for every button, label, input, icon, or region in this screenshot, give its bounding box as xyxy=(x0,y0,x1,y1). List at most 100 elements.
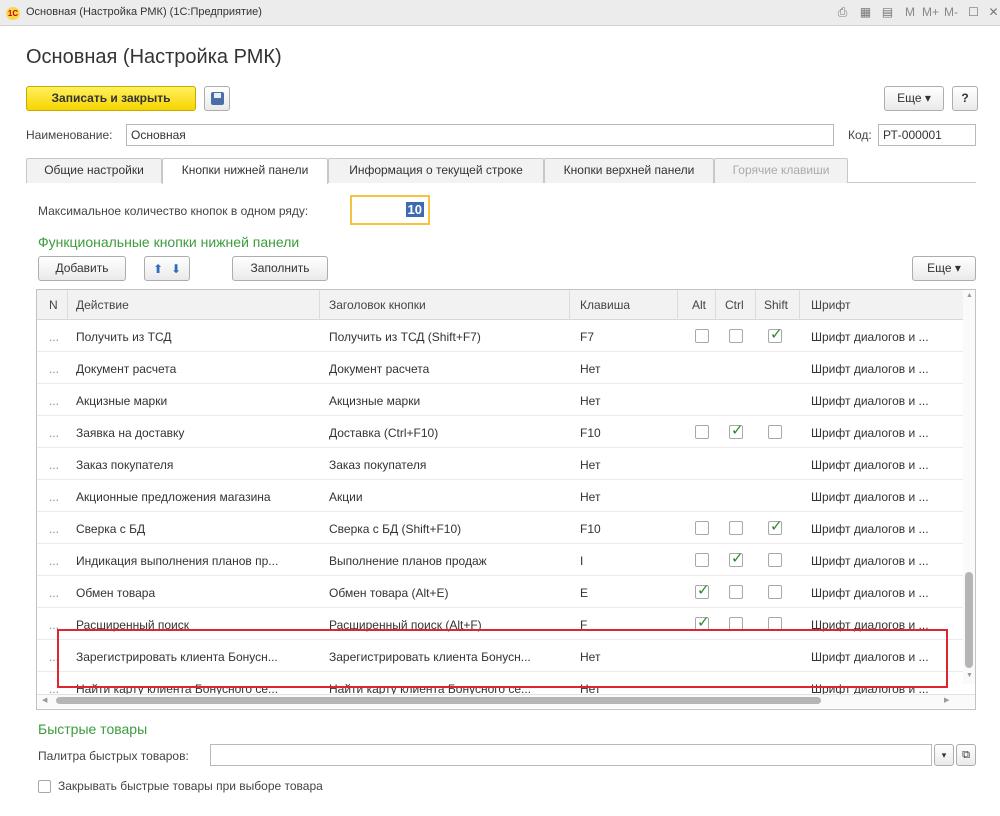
max-buttons-value: 10 xyxy=(405,202,424,217)
cell-n: ... xyxy=(49,394,60,408)
table-row[interactable]: ... Акцизные марки Акцизные марки Нет Шрифт … xyxy=(37,385,963,416)
table-header: N Действие Заголовок кнопки Клавиша Alt … xyxy=(37,290,975,320)
cell-n: ... xyxy=(49,490,60,504)
tab-hotkeys[interactable]: Горячие клавиши xyxy=(714,158,848,183)
close-icon[interactable]: ✕ xyxy=(986,5,1000,20)
alt-checkbox[interactable] xyxy=(695,425,709,439)
cell-action: Получить из ТСД xyxy=(76,330,172,344)
check-mark-icon: ✓ xyxy=(697,582,710,599)
shift-checkbox[interactable] xyxy=(768,425,782,439)
window-title: Основная (Настройка РМК) (1С:Предприятие… xyxy=(26,6,262,18)
check-mark-icon: ✓ xyxy=(770,326,783,343)
column-separator xyxy=(319,290,320,320)
palette-label: Палитра быстрых товаров: xyxy=(38,749,189,763)
tab-general[interactable]: Общие настройки xyxy=(26,158,162,183)
shift-checkbox[interactable]: ✓ xyxy=(768,518,783,535)
close-quick-goods-label: Закрывать быстрые товары при выборе това… xyxy=(58,779,323,793)
column-header-shift[interactable]: Shift xyxy=(764,298,788,312)
cell-action: Акционные предложения магазина xyxy=(76,490,271,504)
section-function-buttons-title: Функциональные кнопки нижней панели xyxy=(38,234,300,250)
cell-font: Шрифт диалогов и ... xyxy=(811,394,929,408)
scroll-left-icon[interactable]: ◀ xyxy=(42,696,47,704)
shift-checkbox[interactable]: ✓ xyxy=(768,326,783,343)
palette-input[interactable] xyxy=(210,744,932,766)
alt-checkbox[interactable] xyxy=(695,521,709,535)
horizontal-scroll-thumb[interactable] xyxy=(56,697,821,704)
scroll-up-icon[interactable]: ▲ xyxy=(966,292,973,299)
max-buttons-input[interactable]: 10 xyxy=(350,195,430,225)
tab-current-row-info[interactable]: Информация о текущей строке xyxy=(328,158,544,183)
ctrl-checkbox[interactable] xyxy=(729,521,743,535)
cell-font: Шрифт диалогов и ... xyxy=(811,330,929,344)
page-title: Основная (Настройка РМК) xyxy=(26,46,282,68)
help-button[interactable]: ? xyxy=(952,86,978,111)
save-button[interactable] xyxy=(204,86,230,111)
column-separator xyxy=(67,290,68,320)
column-header-ctrl[interactable]: Ctrl xyxy=(725,298,744,312)
grid-more-button[interactable]: Еще ▾ xyxy=(912,256,976,281)
printer-icon[interactable]: ⎙ xyxy=(835,5,850,20)
move-down-icon[interactable]: ⬇ xyxy=(171,262,181,276)
table-row[interactable]: ... Получить из ТСД Получить из ТСД (Shift… xyxy=(37,321,963,352)
shift-checkbox[interactable] xyxy=(768,585,782,599)
tab-bottom-panel-buttons[interactable]: Кнопки нижней панели xyxy=(162,158,328,184)
alt-checkbox[interactable] xyxy=(695,329,709,343)
move-buttons: ⬆ ⬇ xyxy=(144,256,190,281)
table-row[interactable]: ... Сверка с БД Сверка с БД (Shift+F10) F10… xyxy=(37,513,963,544)
column-separator xyxy=(715,290,716,320)
cell-caption: Заказ покупателя xyxy=(329,458,427,472)
column-header-caption[interactable]: Заголовок кнопки xyxy=(329,298,426,312)
cell-font: Шрифт диалогов и ... xyxy=(811,458,929,472)
table-row[interactable]: ... Заявка на доставку Доставка (Ctrl+F10)… xyxy=(37,417,963,448)
ctrl-checkbox[interactable] xyxy=(729,585,743,599)
name-field[interactable]: Основная xyxy=(126,124,834,146)
table-row[interactable]: ... Индикация выполнения планов пр... Выпо… xyxy=(37,545,963,576)
alt-checkbox[interactable] xyxy=(695,553,709,567)
column-header-n[interactable]: N xyxy=(49,298,58,312)
maximize-icon[interactable]: ☐ xyxy=(966,5,981,20)
ctrl-checkbox[interactable]: ✓ xyxy=(729,422,744,439)
column-header-action[interactable]: Действие xyxy=(76,298,129,312)
cell-n: ... xyxy=(49,586,60,600)
column-header-font[interactable]: Шрифт xyxy=(811,298,850,312)
memory-m-icon[interactable]: M xyxy=(905,5,915,19)
alt-checkbox[interactable]: ✓ xyxy=(695,582,710,599)
more-button[interactable]: Еще ▾ xyxy=(884,86,944,111)
cell-action: Заявка на доставку xyxy=(76,426,185,440)
column-header-alt[interactable]: Alt xyxy=(692,298,706,312)
cell-key: F10 xyxy=(580,522,601,536)
calendar-icon[interactable]: ▤ xyxy=(880,5,895,20)
table-row[interactable]: ... Заказ покупателя Заказ покупателя Нет Шр… xyxy=(37,449,963,480)
table-row[interactable]: ... Документ расчета Документ расчета Нет Шр… xyxy=(37,353,963,384)
cell-n: ... xyxy=(49,522,60,536)
shift-checkbox[interactable] xyxy=(768,553,782,567)
cell-action: Обмен товара xyxy=(76,586,156,600)
cell-key: Нет xyxy=(580,394,601,408)
max-buttons-label: Максимальное количество кнопок в одном р… xyxy=(38,204,309,218)
memory-minus-icon[interactable]: M- xyxy=(944,5,958,19)
code-field[interactable]: РТ-000001 xyxy=(878,124,976,146)
cell-action: Сверка с БД xyxy=(76,522,146,536)
floppy-disk-icon xyxy=(211,92,224,105)
vertical-scroll-thumb[interactable] xyxy=(965,572,973,668)
ctrl-checkbox[interactable]: ✓ xyxy=(729,550,744,567)
move-up-icon[interactable]: ⬆ xyxy=(153,262,163,276)
scroll-right-icon[interactable]: ▶ xyxy=(944,696,949,704)
palette-open-icon[interactable]: ⧉ xyxy=(956,744,976,766)
fill-button[interactable]: Заполнить xyxy=(232,256,328,281)
scroll-down-icon[interactable]: ▼ xyxy=(966,672,973,679)
close-quick-goods-checkbox[interactable] xyxy=(38,780,51,793)
calculator-icon[interactable]: ▦ xyxy=(858,5,873,20)
section-quick-goods-title: Быстрые товары xyxy=(38,721,148,737)
table-row[interactable]: ... Обмен товара Обмен товара (Alt+E) E Шриф… xyxy=(37,577,963,608)
save-and-close-button[interactable]: Записать и закрыть xyxy=(26,86,196,111)
column-separator xyxy=(755,290,756,320)
table-row[interactable]: ... Акционные предложения магазина Акции Не… xyxy=(37,481,963,512)
ctrl-checkbox[interactable] xyxy=(729,329,743,343)
palette-dropdown-icon[interactable]: ▾ xyxy=(934,744,954,766)
column-header-key[interactable]: Клавиша xyxy=(580,298,630,312)
cell-caption: Обмен товара (Alt+E) xyxy=(329,586,449,600)
memory-plus-icon[interactable]: M+ xyxy=(922,5,939,19)
tab-top-panel-buttons[interactable]: Кнопки верхней панели xyxy=(544,158,714,183)
add-button[interactable]: Добавить xyxy=(38,256,126,281)
